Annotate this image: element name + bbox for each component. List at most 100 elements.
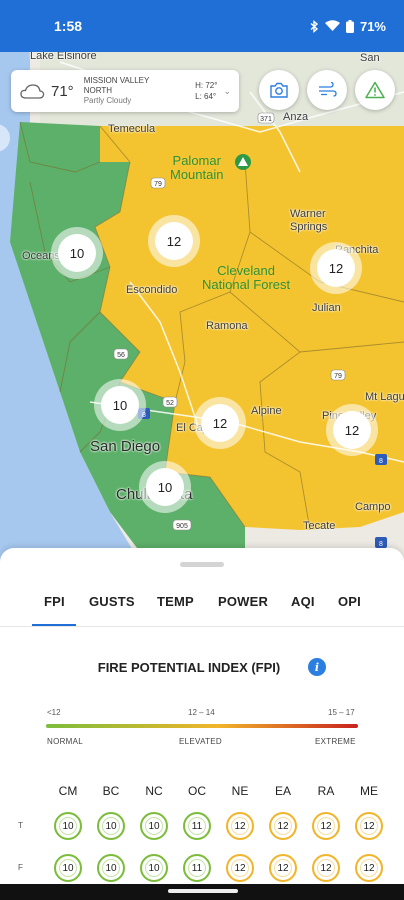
weather-location-line2: NORTH	[83, 86, 112, 95]
weather-high-low: H: 72° L: 64°	[195, 80, 217, 102]
tab-power[interactable]: POWER	[218, 594, 268, 609]
grid-column-header: CM	[58, 784, 78, 798]
road-shield: 8	[375, 454, 387, 465]
road-shield-8a: 8	[142, 412, 146, 419]
fpi-cluster[interactable]: 12	[201, 404, 239, 442]
home-gesture-pill[interactable]	[168, 889, 238, 893]
tab-temp[interactable]: TEMP	[157, 594, 194, 609]
fpi-cluster[interactable]: 12	[317, 249, 355, 287]
place-alpine: Alpine	[251, 405, 282, 417]
scale-level-normal: NORMAL	[47, 737, 84, 746]
fpi-value-badge[interactable]: 10	[54, 812, 82, 840]
place-escondido: Escondido	[126, 284, 178, 296]
scale-range-normal: <12	[47, 708, 61, 717]
road-shield: 8	[138, 408, 150, 419]
road-shield-79a: 79	[154, 181, 162, 188]
road-shield-371: 371	[260, 116, 272, 123]
grid-column-header: NC	[145, 784, 163, 798]
grid-column-header: EA	[274, 784, 291, 798]
fpi-value-badge[interactable]: 10	[54, 854, 82, 882]
place-cleveland-nf: Cleveland National Forest	[202, 263, 291, 292]
layer-tabs: FPI GUSTS TEMP POWER AQI OPI	[0, 594, 404, 626]
grid-column-header: RA	[317, 784, 335, 798]
place-san: San	[360, 52, 380, 64]
road-shield-56: 56	[117, 352, 125, 359]
status-time: 1:58	[54, 18, 83, 34]
tab-fpi[interactable]: FPI	[44, 594, 65, 609]
place-warner-springs: Warner Springs	[290, 208, 328, 233]
battery-percent: 71%	[359, 18, 386, 34]
chevron-down-icon[interactable]: ⌄	[223, 86, 231, 97]
fpi-cluster[interactable]: 10	[101, 386, 139, 424]
alert-icon	[365, 81, 385, 99]
road-shield-905: 905	[176, 523, 188, 530]
status-bar: 1:58 71%	[0, 0, 404, 52]
scale-level-elevated: ELEVATED	[179, 737, 223, 746]
road-shield-8c: 8	[379, 541, 383, 548]
place-mt-laguna: Mt Lagu	[365, 391, 404, 403]
fpi-value-badge[interactable]: 12	[312, 854, 340, 882]
fire-map[interactable]: 79 371 56 52 8 8 905 79 78 8 Lake Elsino…	[0, 52, 404, 562]
place-lake-elsinore: Lake Elsinore	[30, 52, 97, 62]
fpi-cluster[interactable]: 12	[333, 411, 371, 449]
road-shield: 56	[113, 348, 129, 360]
partly-cloudy-icon	[20, 84, 45, 99]
wind-button[interactable]	[307, 70, 347, 110]
road-shield: 905	[172, 519, 192, 531]
fpi-value-badge[interactable]: 11	[183, 854, 211, 882]
road-shield-8b: 8	[379, 458, 383, 465]
fpi-value-badge[interactable]: 10	[97, 812, 125, 840]
tab-opi[interactable]: OPI	[338, 594, 361, 609]
scale-range-extreme: 15 – 17	[328, 708, 355, 717]
bluetooth-icon	[310, 19, 319, 33]
fpi-value-badge[interactable]: 10	[140, 812, 168, 840]
fpi-value-badge[interactable]: 12	[355, 854, 383, 882]
road-shield-79b: 79	[334, 373, 342, 380]
place-campo: Campo	[355, 501, 391, 513]
fpi-value-badge[interactable]: 10	[140, 854, 168, 882]
fpi-title-text: FIRE POTENTIAL INDEX (FPI)	[97, 660, 281, 675]
place-anza: Anza	[283, 111, 309, 123]
status-icons: 71%	[310, 19, 386, 34]
grid-column-header: OC	[188, 784, 206, 798]
sheet-drag-handle[interactable]	[180, 562, 224, 567]
road-shield: 8	[375, 537, 387, 548]
fpi-value-badge[interactable]: 12	[355, 812, 383, 840]
place-temecula: Temecula	[108, 123, 156, 135]
road-shield: 79	[330, 369, 346, 381]
wifi-icon	[324, 20, 340, 31]
road-shield: 371	[257, 112, 275, 124]
map-regions: 79 371 56 52 8 8 905 79 78 8	[0, 52, 404, 562]
grid-column-header: NE	[231, 784, 249, 798]
fpi-value-badge[interactable]: 12	[269, 812, 297, 840]
place-palomar: Palomar Mountain	[170, 153, 224, 182]
battery-icon	[345, 19, 354, 33]
place-julian: Julian	[312, 302, 341, 314]
tab-aqi[interactable]: AQI	[291, 594, 315, 609]
fpi-cluster[interactable]: 12	[155, 222, 193, 260]
place-tecate: Tecate	[303, 520, 336, 532]
bottom-sheet[interactable]: FPI GUSTS TEMP POWER AQI OPI FIRE POTENT…	[0, 548, 404, 900]
fpi-value-badge[interactable]: 11	[183, 812, 211, 840]
place-san-diego: San Diego	[90, 438, 161, 455]
road-shield: 52	[162, 396, 178, 408]
camera-button[interactable]	[259, 70, 299, 110]
weather-chip[interactable]: 71° MISSION VALLEY NORTH Partly Cloudy H…	[11, 70, 239, 112]
weather-temp: 71°	[51, 82, 74, 100]
wind-icon	[319, 82, 337, 97]
fpi-cluster[interactable]: 10	[146, 468, 184, 506]
fpi-title: FIRE POTENTIAL INDEX (FPI)	[0, 660, 404, 675]
fpi-cluster[interactable]: 10	[58, 234, 96, 272]
tab-divider	[0, 626, 404, 627]
fpi-value-badge[interactable]: 10	[97, 854, 125, 882]
fpi-value-badge[interactable]: 12	[312, 812, 340, 840]
fpi-value-badge[interactable]: 12	[226, 854, 254, 882]
weather-low: L: 64°	[195, 92, 217, 101]
info-icon[interactable]: i	[308, 658, 326, 676]
grid-column-header: BC	[102, 784, 120, 798]
alert-button[interactable]	[355, 70, 395, 110]
peak-marker	[235, 154, 251, 170]
fpi-value-badge[interactable]: 12	[269, 854, 297, 882]
fpi-value-badge[interactable]: 12	[226, 812, 254, 840]
tab-gusts[interactable]: GUSTS	[89, 594, 135, 609]
